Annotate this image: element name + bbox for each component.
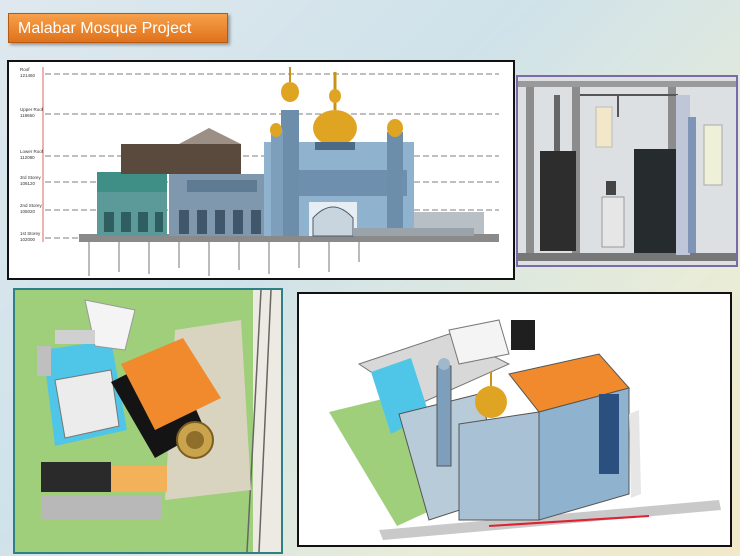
level-value: 108120: [20, 181, 36, 186]
level-label: Roof: [20, 67, 30, 72]
level-value: 118660: [20, 113, 35, 118]
elevation-drawing: Roof 121460 Upper Roof 118660 Lower Roof…: [20, 67, 499, 276]
level-label: Upper Roof: [20, 107, 44, 112]
site-plan-panel: [13, 288, 283, 554]
level-label: 1st Storey: [20, 231, 41, 236]
level-label: 2nd Storey: [20, 203, 43, 208]
isometric-drawing: [299, 294, 730, 545]
level-label: 3rd Storey: [20, 175, 42, 180]
project-title: Malabar Mosque Project: [8, 13, 228, 43]
level-value: 121460: [20, 73, 36, 78]
level-value: 105020: [20, 209, 36, 214]
level-label: Lower Roof: [20, 149, 44, 154]
isometric-view-panel: [297, 292, 732, 547]
level-value: 102000: [20, 237, 36, 242]
interior-section-drawing: [518, 77, 736, 265]
level-value: 112080: [20, 155, 35, 160]
site-plan-drawing: [15, 290, 281, 552]
elevation-panel: Roof 121460 Upper Roof 118660 Lower Roof…: [7, 60, 515, 280]
interior-section-panel: [516, 75, 738, 267]
